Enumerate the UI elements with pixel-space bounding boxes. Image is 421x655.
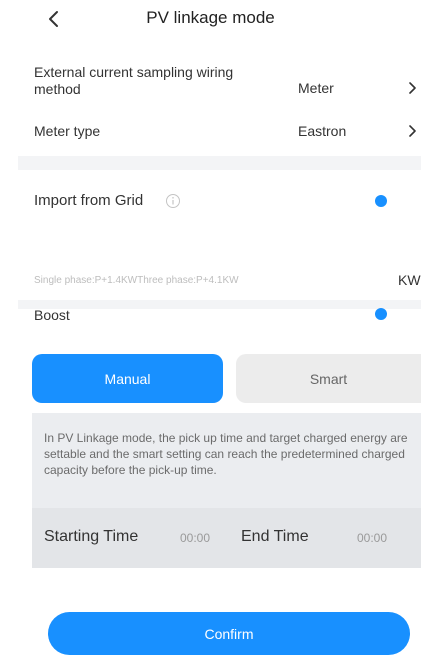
- boost-toggle[interactable]: [375, 307, 387, 320]
- grid-power-hint: Single phase:P+1.4KWThree phase:P+4.1KW: [34, 275, 239, 286]
- meter-type-value: Eastron: [298, 123, 347, 139]
- manual-mode-button[interactable]: Manual: [32, 354, 223, 403]
- import-from-grid-label: Import from Grid: [34, 192, 144, 209]
- section-divider: [18, 156, 421, 170]
- end-time-value[interactable]: 00:00: [357, 531, 387, 545]
- wiring-method-value: Meter: [298, 80, 334, 96]
- page-title: PV linkage mode: [146, 8, 275, 27]
- boost-label: Boost: [34, 307, 70, 323]
- end-time-label: End Time: [241, 528, 309, 545]
- starting-time-label: Starting Time: [44, 528, 139, 545]
- manual-settings-panel: In PV Linkage mode, the pick up time and…: [32, 413, 421, 568]
- meter-type-label: Meter type: [34, 123, 101, 139]
- confirm-button[interactable]: Confirm: [48, 612, 410, 655]
- section-divider: [18, 300, 421, 309]
- wiring-method-label: External current sampling wiring method: [34, 64, 234, 97]
- starting-time-value[interactable]: 00:00: [180, 531, 210, 545]
- chevron-right-icon[interactable]: [406, 123, 418, 139]
- time-settings-row: Starting Time 00:00 End Time 00:00: [32, 508, 421, 568]
- chevron-right-icon[interactable]: [406, 80, 418, 96]
- info-icon[interactable]: [165, 193, 181, 209]
- import-from-grid-toggle[interactable]: [375, 194, 387, 207]
- smart-mode-button[interactable]: Smart: [236, 354, 421, 403]
- grid-power-unit: KW: [398, 272, 421, 288]
- header-bar: PV linkage mode: [0, 0, 421, 40]
- mode-description: In PV Linkage mode, the pick up time and…: [44, 431, 408, 477]
